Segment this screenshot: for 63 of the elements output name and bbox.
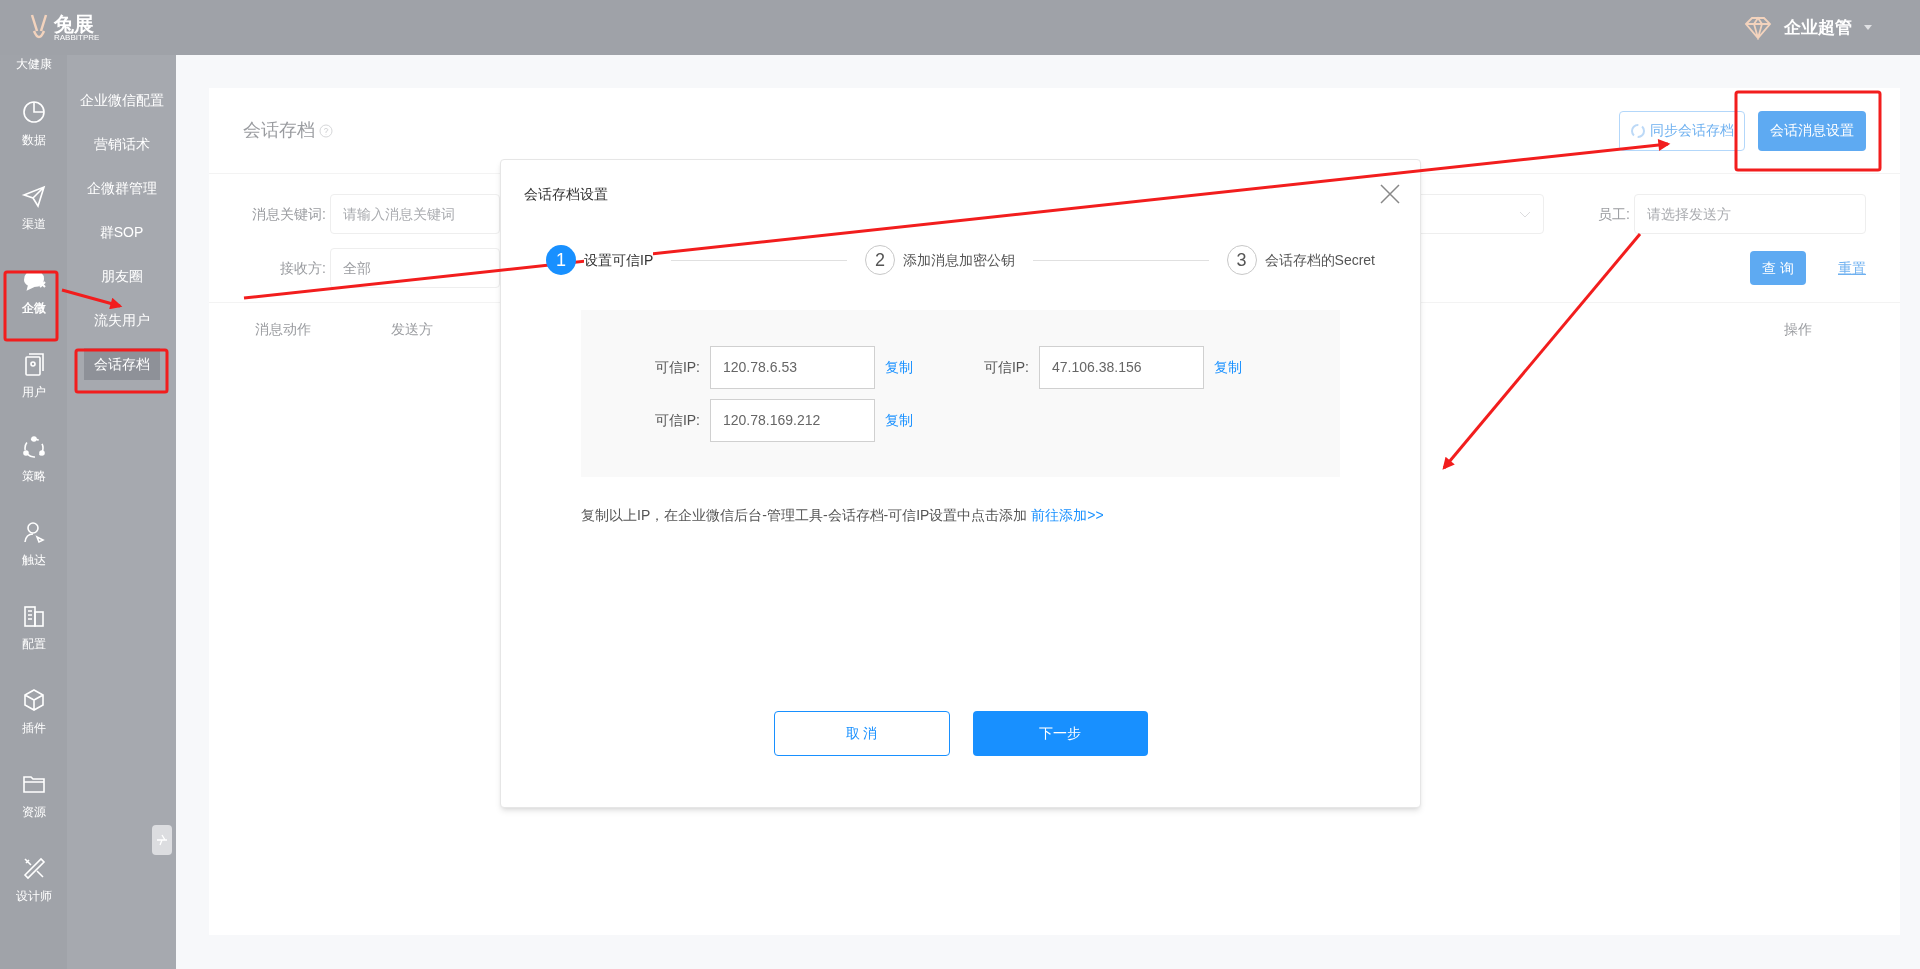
nav-item[interactable]: 企微 xyxy=(7,261,60,323)
query-button[interactable]: 查 询 xyxy=(1750,251,1806,285)
chart-icon xyxy=(20,99,47,125)
submenu-item[interactable]: 流失用户 xyxy=(89,304,154,336)
diamond-icon xyxy=(1744,15,1772,40)
nav-item[interactable]: 插件 xyxy=(7,681,60,743)
cycle-icon xyxy=(20,435,47,461)
help-icon xyxy=(319,123,333,138)
page-title: 会话存档 xyxy=(243,119,315,142)
column-header: 发送方 xyxy=(391,319,433,339)
plane-icon xyxy=(20,183,47,209)
caret-icon xyxy=(1864,25,1872,30)
submenu-item[interactable]: 朋友圈 xyxy=(96,260,147,292)
submenu-item[interactable]: 会话存档 xyxy=(83,348,160,380)
ip-field[interactable]: 120.78.169.212 xyxy=(710,398,875,442)
chevron-down-icon xyxy=(1519,210,1531,218)
nav-item[interactable]: 策略 xyxy=(7,429,60,491)
keyword-field[interactable]: 请输入消息关键词 xyxy=(330,194,500,234)
nav-item[interactable]: 用户 xyxy=(7,345,60,407)
ip-label: 可信IP: xyxy=(653,357,700,377)
nav-item[interactable]: 渠道 xyxy=(7,177,60,239)
dialog-title: 会话存档设置 xyxy=(524,184,608,204)
ip-label: 可信IP: xyxy=(982,357,1029,377)
ip-label: 可信IP: xyxy=(653,410,700,430)
next-button[interactable]: 下一步 xyxy=(972,711,1148,756)
highlight-frame xyxy=(3,270,59,342)
logo-text: 兔展 xyxy=(54,13,95,34)
column-header: 操作 xyxy=(1784,319,1812,339)
nav-item[interactable]: 资源 xyxy=(7,765,60,827)
cancel-button[interactable]: 取 消 xyxy=(773,711,950,756)
refresh-icon xyxy=(1630,122,1646,139)
brand-label: 大健康 xyxy=(15,56,52,73)
add-link[interactable]: 前往添加>> xyxy=(1031,507,1104,523)
ip-field[interactable]: 120.78.6.53 xyxy=(710,345,875,389)
filter-label: 员工: xyxy=(1597,204,1631,224)
staff-field[interactable]: 请选择发送方 xyxy=(1634,194,1866,234)
user-role[interactable]: 企业超管 xyxy=(1784,14,1852,41)
instruction-text: 复制以上IP，在企业微信后台-管理工具-会话存档-可信IP设置中点击添加 前往添加>> xyxy=(581,506,1105,525)
collapse-handle[interactable] xyxy=(152,825,172,855)
nav-item[interactable]: 配置 xyxy=(7,597,60,659)
submenu-item[interactable]: 企业微信配置 xyxy=(75,84,168,116)
sync-button[interactable]: 同步会话存档 xyxy=(1619,110,1745,151)
filter-label: 消息关键词: xyxy=(251,204,327,224)
nav-item[interactable]: 设计师 xyxy=(7,849,60,911)
annotation-arrow xyxy=(61,288,123,310)
step-number: 1 xyxy=(546,245,576,275)
copy-link[interactable]: 复制 xyxy=(1214,356,1242,378)
message-settings-button[interactable]: 会话消息设置 xyxy=(1758,110,1866,151)
nav-item[interactable]: 触达 xyxy=(7,513,60,575)
submenu-item[interactable]: 营销话术 xyxy=(89,128,154,160)
close-button[interactable] xyxy=(1378,182,1402,206)
submenu-item[interactable]: 群SOP xyxy=(95,216,148,248)
filter-label: 接收方: xyxy=(279,258,327,278)
reset-link[interactable]: 重置 xyxy=(1838,257,1866,279)
receiver-select[interactable]: 全部 xyxy=(330,248,500,288)
copy-link[interactable]: 复制 xyxy=(885,409,913,431)
copy-link[interactable]: 复制 xyxy=(885,356,913,378)
ip-field[interactable]: 47.106.38.156 xyxy=(1039,345,1204,389)
column-header: 消息动作 xyxy=(255,319,312,339)
submenu-item[interactable]: 企微群管理 xyxy=(82,172,161,204)
logo-subtext: RABBITPRE xyxy=(54,33,100,42)
close-icon xyxy=(1380,184,1400,204)
nav-item[interactable]: 数据 xyxy=(7,93,60,155)
